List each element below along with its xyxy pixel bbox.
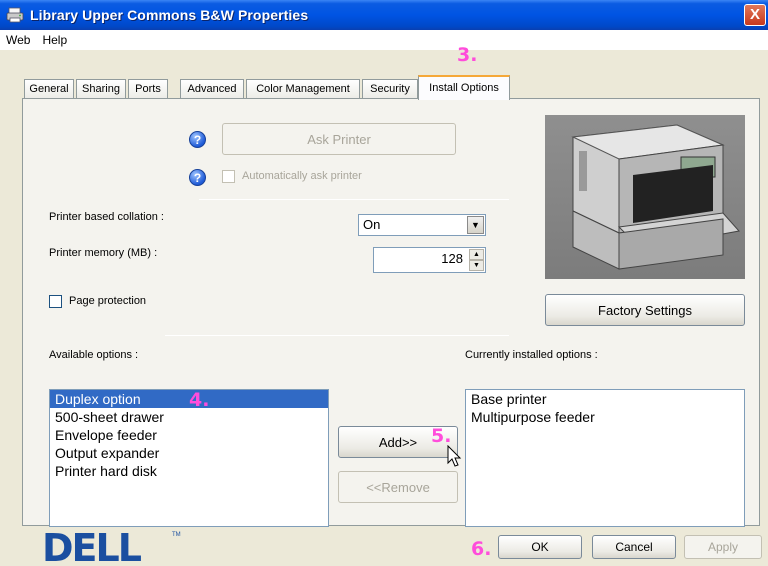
- available-options-label: Available options :: [49, 349, 139, 361]
- page-protection-label: Page protection: [69, 295, 147, 307]
- close-icon: X: [749, 6, 760, 23]
- title-bar: Library Upper Commons B&W Properties X: [0, 0, 768, 30]
- tab-general[interactable]: General: [24, 79, 74, 99]
- install-options-panel: ? Ask Printer ? Automatically ask printe…: [22, 98, 760, 527]
- tab-advanced[interactable]: Advanced: [180, 79, 244, 99]
- dell-logo-text: DELL: [42, 527, 142, 565]
- tab-color-management[interactable]: Color Management: [246, 79, 360, 99]
- ask-printer-button[interactable]: Ask Printer: [222, 123, 456, 155]
- list-item-hard-disk[interactable]: Printer hard disk: [50, 462, 328, 480]
- trademark-mark: TM: [172, 532, 181, 538]
- dell-logo: DELL: [42, 527, 144, 565]
- memory-value: 128: [441, 251, 463, 266]
- list-item-base-printer[interactable]: Base printer: [466, 390, 744, 408]
- list-item-mp-feeder[interactable]: Multipurpose feeder: [466, 408, 744, 426]
- menu-item-help[interactable]: Help: [42, 33, 67, 47]
- step-annotation-4: 4.: [189, 389, 210, 411]
- step-annotation-6: 6.: [471, 538, 492, 560]
- auto-ask-label: Automatically ask printer: [242, 170, 362, 182]
- chevron-down-icon[interactable]: ▼: [467, 216, 484, 234]
- auto-ask-checkbox[interactable]: [222, 170, 235, 183]
- tab-install-options[interactable]: Install Options: [418, 75, 510, 100]
- collation-select[interactable]: On ▼: [358, 214, 486, 236]
- page-protection-checkbox[interactable]: [49, 295, 62, 308]
- menu-item-web[interactable]: Web: [6, 33, 30, 47]
- apply-button[interactable]: Apply: [684, 535, 762, 559]
- remove-button[interactable]: <<Remove: [338, 471, 458, 503]
- installed-options-label: Currently installed options :: [465, 349, 598, 361]
- collation-label: Printer based collation :: [49, 211, 164, 223]
- tab-sharing[interactable]: Sharing: [76, 79, 126, 99]
- separator-bottom: [165, 335, 509, 336]
- installed-options-list[interactable]: Base printer Multipurpose feeder: [465, 389, 745, 527]
- step-annotation-3: 3.: [457, 44, 478, 66]
- help-icon-auto[interactable]: ?: [189, 169, 206, 186]
- tab-security[interactable]: Security: [362, 79, 418, 99]
- factory-settings-button[interactable]: Factory Settings: [545, 294, 745, 326]
- memory-spinner[interactable]: 128 ▲ ▼: [373, 247, 486, 273]
- tab-ports[interactable]: Ports: [128, 79, 168, 99]
- collation-value: On: [363, 217, 381, 232]
- spin-down-icon[interactable]: ▼: [469, 260, 484, 271]
- list-item-expander[interactable]: Output expander: [50, 444, 328, 462]
- printer-illustration: [571, 124, 740, 270]
- printer-image: [545, 115, 745, 279]
- help-icon[interactable]: ?: [189, 131, 206, 148]
- mouse-cursor-icon: [447, 445, 462, 467]
- ok-button[interactable]: OK: [498, 535, 582, 559]
- step-annotation-5: 5.: [431, 425, 452, 447]
- window-title: Library Upper Commons B&W Properties: [30, 7, 309, 23]
- separator-top: [199, 199, 509, 200]
- spin-up-icon[interactable]: ▲: [469, 249, 484, 260]
- close-button[interactable]: X: [744, 4, 766, 26]
- memory-label: Printer memory (MB) :: [49, 247, 158, 259]
- printer-icon: [6, 7, 24, 23]
- cancel-button[interactable]: Cancel: [592, 535, 676, 559]
- list-item-envelope[interactable]: Envelope feeder: [50, 426, 328, 444]
- menu-bar: Web Help: [0, 30, 768, 50]
